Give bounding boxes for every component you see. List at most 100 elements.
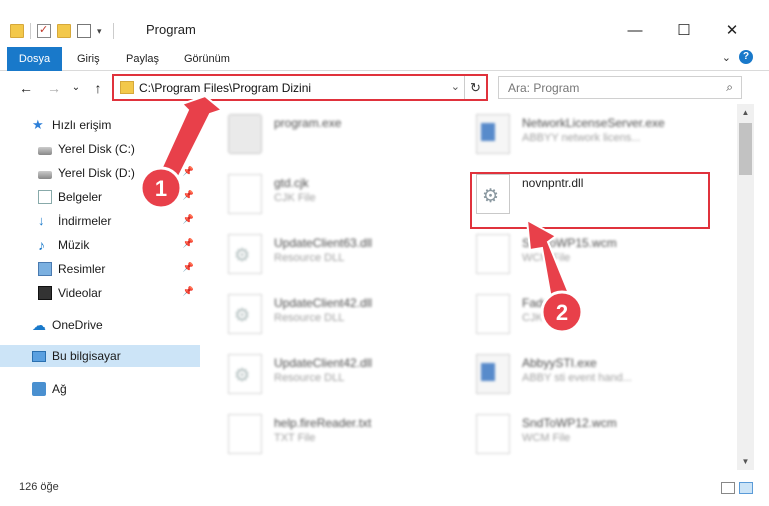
details-view-icon[interactable]: [721, 482, 735, 494]
sidebar-item-quick-access[interactable]: ★ Hızlı erişim: [0, 114, 200, 136]
sidebar-item-pictures[interactable]: Resimler 📌: [0, 258, 200, 280]
list-item[interactable]: UpdateClient42.dll Resource DLL: [228, 294, 478, 342]
sidebar-item-network[interactable]: Ağ: [0, 378, 200, 400]
sidebar-item-music[interactable]: ♪ Müzik 📌: [0, 234, 200, 256]
customize-icon[interactable]: [77, 24, 91, 38]
file-name: UpdateClient42.dll: [274, 296, 373, 310]
text-file-icon: [228, 414, 262, 454]
dll-file-icon: [228, 294, 262, 334]
documents-icon: [38, 190, 52, 204]
dll-file-icon: [228, 234, 262, 274]
navigation-pane: ★ Hızlı erişim Yerel Disk (C:) 📌 Yerel D…: [0, 112, 200, 470]
scroll-down-icon[interactable]: ▼: [737, 453, 754, 470]
sidebar-item-label: Yerel Disk (C:): [58, 142, 135, 156]
sidebar-item-this-pc[interactable]: Bu bilgisayar: [0, 345, 200, 367]
pin-icon[interactable]: 📌: [183, 286, 194, 297]
sidebar-item-videos[interactable]: Videolar 📌: [0, 282, 200, 304]
drive-icon: [38, 170, 52, 179]
sidebar-item-local-disk-c[interactable]: Yerel Disk (C:) 📌: [0, 138, 200, 160]
forward-button[interactable]: →: [44, 78, 64, 98]
download-icon: ↓: [38, 213, 45, 228]
address-bar[interactable]: C:\Program Files\Program Dizini ⌄ ↻: [112, 74, 488, 101]
list-item[interactable]: gtd.cjk CJK File: [228, 174, 478, 222]
pin-icon[interactable]: 📌: [183, 214, 194, 225]
file-type: CJK File: [522, 312, 564, 324]
pin-icon[interactable]: 📌: [183, 262, 194, 273]
file-type: WCM File: [522, 252, 571, 264]
new-folder-icon[interactable]: [57, 24, 71, 38]
ribbon-tabs: Dosya Giriş Paylaş Görünüm: [0, 44, 769, 71]
view-switcher: [721, 482, 753, 494]
back-button[interactable]: ←: [16, 78, 36, 98]
window-title: Program: [146, 22, 196, 37]
scroll-up-icon[interactable]: ▲: [737, 104, 754, 121]
dll-file-icon: [228, 354, 262, 394]
minimize-button[interactable]: —: [615, 18, 655, 42]
list-item[interactable]: AbbyySTI.exe ABBY sti event hand...: [476, 354, 726, 402]
network-icon: [32, 382, 46, 396]
file-name: SndToWP15.wcm: [522, 236, 617, 250]
maximize-button[interactable]: ☐: [664, 18, 704, 42]
scroll-thumb[interactable]: [739, 123, 752, 175]
sidebar-item-label: Ağ: [52, 382, 67, 396]
sidebar-item-label: OneDrive: [52, 318, 103, 332]
list-item[interactable]: SndToWP12.wcm WCM File: [476, 414, 726, 462]
sidebar-item-label: Hızlı erişim: [52, 118, 112, 132]
file-icon: [476, 234, 510, 274]
expand-ribbon-icon[interactable]: ⌄: [722, 51, 731, 64]
file-name: UpdateClient42.dll: [274, 356, 373, 370]
file-type: TXT File: [274, 432, 316, 444]
file-type: CJK File: [274, 192, 316, 204]
file-name: AbbyySTI.exe: [522, 356, 597, 370]
pin-icon[interactable]: 📌: [183, 238, 194, 249]
refresh-button[interactable]: ↻: [464, 76, 486, 99]
large-icons-view-icon[interactable]: [739, 482, 753, 494]
folder-icon: [120, 81, 134, 94]
search-icon[interactable]: ⌕: [726, 80, 733, 95]
close-button[interactable]: ✕: [712, 18, 752, 42]
search-placeholder: Ara: Program: [508, 81, 580, 95]
sidebar-item-downloads[interactable]: ↓ İndirmeler 📌: [0, 210, 200, 232]
pin-icon[interactable]: 📌: [183, 166, 194, 177]
pin-icon[interactable]: 📌: [183, 142, 194, 153]
tab-share[interactable]: Paylaş: [126, 48, 159, 71]
chevron-down-icon[interactable]: ▾: [97, 26, 107, 37]
pin-icon[interactable]: 📌: [183, 190, 194, 201]
address-path[interactable]: C:\Program Files\Program Dizini: [139, 81, 311, 95]
file-type: Resource DLL: [274, 252, 345, 264]
star-icon: ★: [32, 117, 44, 132]
help-icon[interactable]: ?: [739, 50, 753, 64]
tab-file[interactable]: Dosya: [7, 47, 62, 71]
list-item[interactable]: help.fireReader.txt TXT File: [228, 414, 478, 462]
search-input[interactable]: Ara: Program ⌕: [498, 76, 742, 99]
file-icon: [476, 294, 510, 334]
list-item[interactable]: UpdateClient63.dll Resource DLL: [228, 234, 478, 282]
highlight-box-dll: [470, 172, 710, 229]
sidebar-item-documents[interactable]: Belgeler 📌: [0, 186, 200, 208]
vertical-scrollbar[interactable]: ▲ ▼: [737, 104, 754, 470]
folder-icon: [10, 24, 24, 38]
file-type: ABBYY network licens...: [522, 132, 641, 144]
tab-home[interactable]: Giriş: [77, 48, 100, 71]
up-button[interactable]: ↑: [88, 78, 108, 98]
sidebar-item-label: Videolar: [58, 286, 102, 300]
list-item[interactable]: NetworkLicenseServer.exe ABBYY network l…: [476, 114, 726, 162]
sidebar-item-local-disk-d[interactable]: Yerel Disk (D:) 📌: [0, 162, 200, 184]
list-item[interactable]: SndToWP15.wcm WCM File: [476, 234, 726, 282]
sidebar-item-label: Resimler: [58, 262, 106, 276]
list-item[interactable]: program.exe: [228, 114, 478, 162]
list-item[interactable]: UpdateClient42.dll Resource DLL: [228, 354, 478, 402]
sidebar-item-onedrive[interactable]: ☁ OneDrive: [0, 314, 200, 336]
file-icon: [228, 174, 262, 214]
list-item[interactable]: FadeDisk CJK File: [476, 294, 726, 342]
toolbar-divider: [30, 23, 31, 39]
tab-view[interactable]: Görünüm: [184, 48, 230, 71]
file-type: Resource DLL: [274, 372, 345, 384]
quick-access-toolbar: ▾: [10, 20, 114, 42]
properties-check-icon[interactable]: [37, 23, 51, 38]
chevron-down-icon[interactable]: ⌄: [451, 80, 460, 93]
file-type: Resource DLL: [274, 312, 345, 324]
pictures-icon: [38, 262, 52, 276]
recent-locations-button[interactable]: ⌄: [66, 78, 86, 98]
file-list: program.exe gtd.cjk CJK File UpdateClien…: [200, 104, 736, 470]
